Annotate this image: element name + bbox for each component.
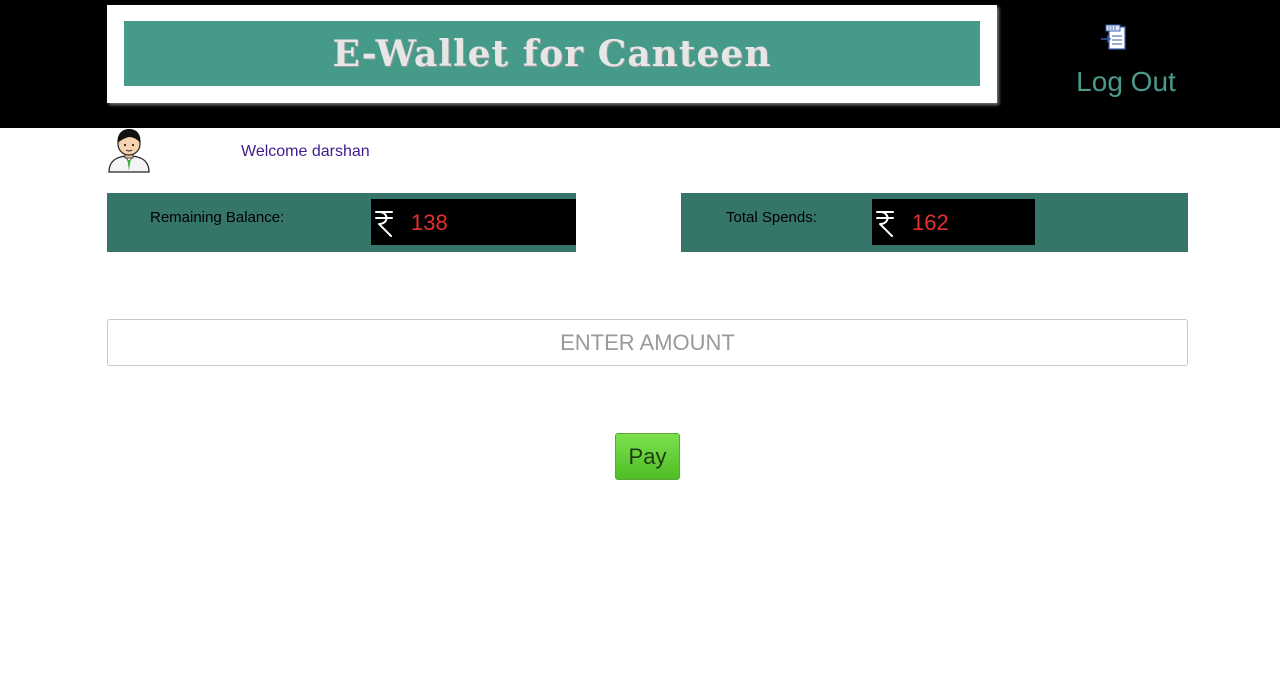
total-spends-card: Total Spends: 162 — [681, 193, 1188, 252]
amount-input[interactable] — [107, 319, 1188, 366]
logout-icon[interactable] — [1100, 24, 1128, 52]
logout-button[interactable]: Log Out — [1060, 22, 1192, 104]
total-spends-label: Total Spends: — [726, 209, 817, 226]
logout-label[interactable]: Log Out — [1060, 66, 1192, 98]
banner-inner: E-Wallet for Canteen — [124, 21, 980, 86]
rupee-icon — [876, 211, 894, 237]
remaining-balance-box: 138 — [371, 199, 576, 245]
remaining-balance-value: 138 — [411, 210, 448, 235]
remaining-balance-label: Remaining Balance: — [150, 209, 285, 226]
remaining-balance-card: Remaining Balance: 138 — [107, 193, 576, 252]
app-title: E-Wallet for Canteen — [332, 32, 772, 75]
rupee-icon — [375, 211, 393, 237]
banner: E-Wallet for Canteen — [107, 5, 997, 103]
pay-button[interactable]: Pay — [615, 433, 680, 480]
welcome-text: Welcome darshan — [241, 143, 370, 160]
top-bar: E-Wallet for Canteen Log Out — [0, 0, 1280, 128]
total-spends-box: 162 — [872, 199, 1035, 245]
user-avatar-icon — [108, 129, 150, 173]
total-spends-value: 162 — [912, 210, 949, 235]
